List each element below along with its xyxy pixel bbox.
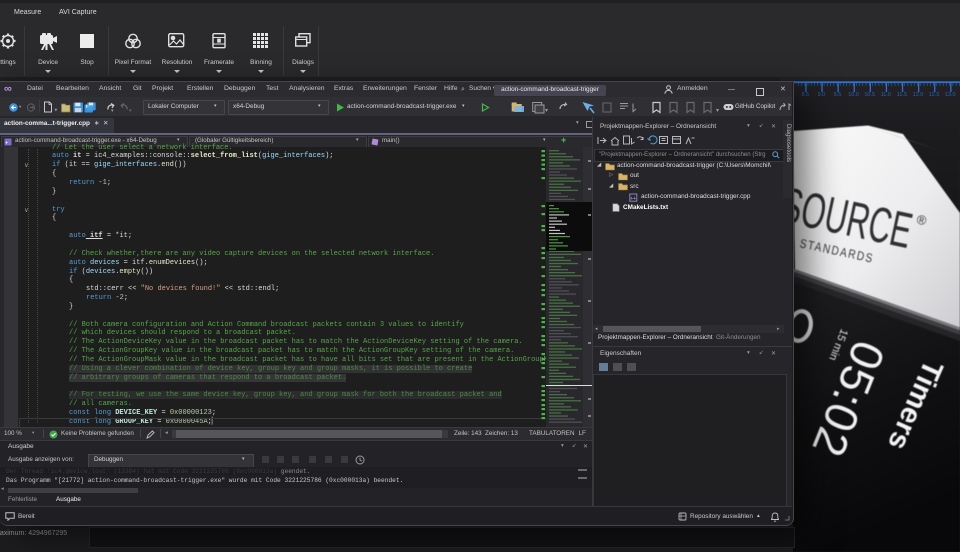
svg-text:▾: ▾ [111,108,114,114]
svg-text:▾: ▾ [129,108,132,114]
svg-text:10.5: 10.5 [864,92,875,98]
svg-text:13.0: 13.0 [945,92,956,98]
svg-text:11.0: 11.0 [881,92,891,98]
svg-text:+: + [5,140,8,146]
svg-text:9.0: 9.0 [818,92,826,98]
svg-text:▾: ▾ [545,108,548,114]
svg-text:12.5: 12.5 [929,92,940,98]
svg-text:10.0: 10.0 [848,92,859,98]
svg-text:9.5: 9.5 [834,92,842,98]
svg-text:▾: ▾ [55,108,58,114]
svg-text:8.5: 8.5 [801,92,809,98]
svg-text:11.5: 11.5 [897,92,907,98]
svg-text:▾: ▾ [716,108,719,114]
svg-text:++: ++ [630,195,636,201]
svg-text:12.0: 12.0 [913,92,924,98]
